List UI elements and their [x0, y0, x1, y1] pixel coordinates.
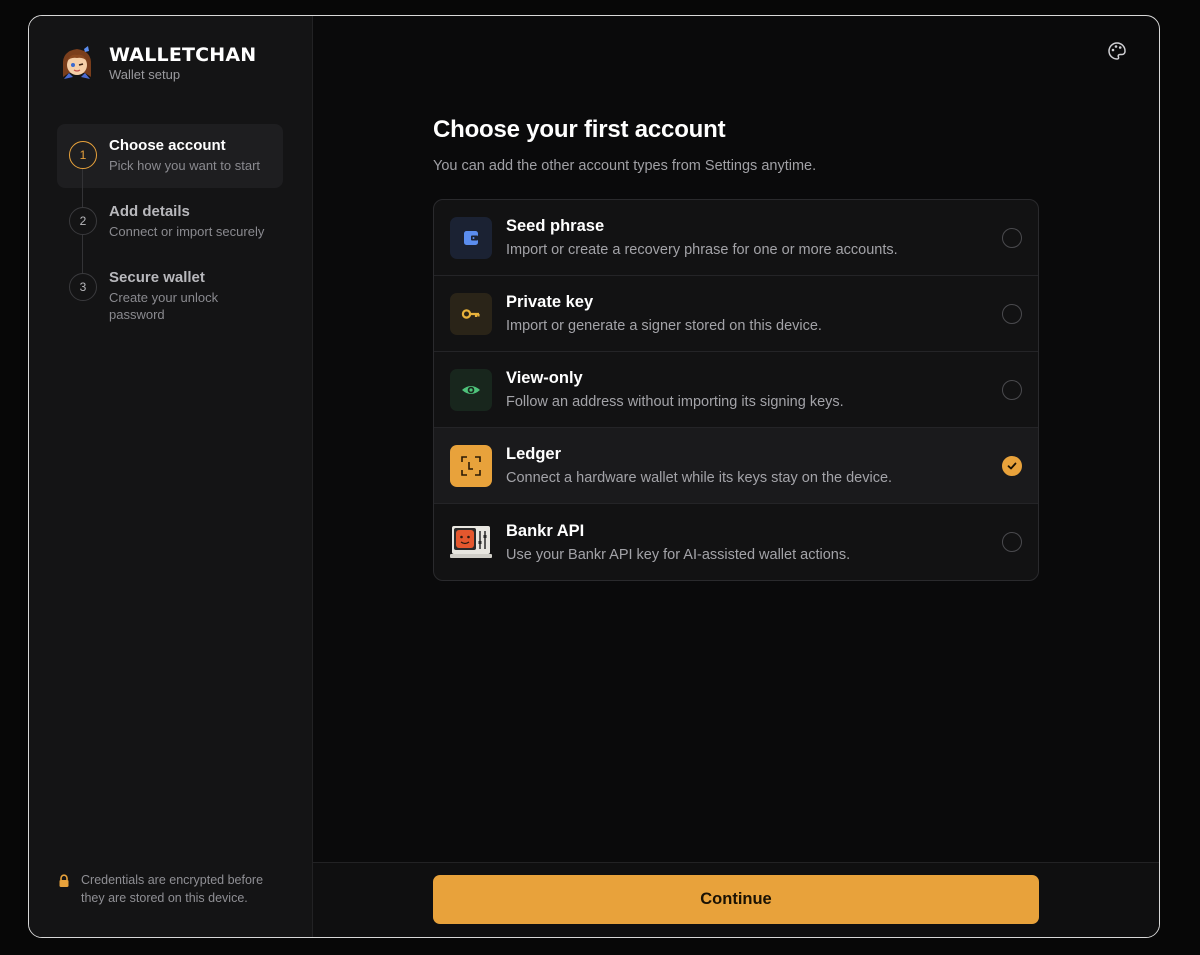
option-title: View-only — [506, 369, 583, 387]
option-title: Private key — [506, 293, 594, 311]
step-number: 2 — [69, 207, 97, 235]
security-note-text: Credentials are encrypted before they ar… — [81, 873, 264, 905]
option-description: Connect a hardware wallet while its keys… — [506, 470, 893, 486]
wallet-icon — [450, 216, 492, 259]
option-description: Follow an address without importing its … — [506, 394, 844, 410]
brand: WALLETCHAN Wallet setup — [57, 43, 256, 83]
palette-icon[interactable] — [1107, 41, 1127, 61]
step-secure-wallet[interactable]: 3 Secure wallet Create your unlock passw… — [57, 256, 283, 322]
walletchan-avatar-icon — [62, 46, 92, 79]
page-subtitle: You can add the other account types from… — [433, 158, 817, 174]
brand-name: WALLETCHAN — [109, 43, 257, 66]
option-view-only[interactable]: View-only Follow an address without impo… — [434, 352, 1038, 428]
option-radio[interactable] — [1002, 532, 1022, 552]
option-title: Seed phrase — [506, 217, 605, 235]
account-type-list: Seed phrase Import or create a recovery … — [433, 199, 1039, 581]
option-radio[interactable] — [1002, 303, 1022, 324]
step-add-details[interactable]: 2 Add details Connect or import securely — [57, 190, 283, 254]
option-radio[interactable] — [1002, 379, 1022, 400]
option-radio-checked[interactable] — [1002, 455, 1022, 476]
brand-subtitle: Wallet setup — [109, 66, 181, 82]
step-description: Connect or import securely — [109, 224, 265, 239]
option-title: Bankr API — [506, 521, 585, 540]
ledger-icon — [450, 444, 492, 487]
continue-button[interactable]: Continue — [433, 875, 1039, 924]
option-description: Use your Bankr API key for AI-assisted w… — [506, 546, 851, 563]
check-icon — [1007, 462, 1017, 469]
option-description: Import or create a recovery phrase for o… — [506, 242, 898, 258]
option-title: Ledger — [506, 445, 562, 463]
option-bankr-api[interactable]: Bankr API Use your Bankr API key for AI-… — [434, 504, 1038, 580]
option-ledger[interactable]: Ledger Connect a hardware wallet while i… — [434, 428, 1038, 504]
option-seed-phrase[interactable]: Seed phrase Import or create a recovery … — [434, 200, 1038, 276]
step-description: Pick how you want to start — [109, 158, 261, 173]
key-icon — [450, 292, 492, 335]
step-number: 1 — [69, 141, 97, 169]
step-title: Choose account — [109, 137, 226, 154]
step-description: Create your unlock password — [109, 290, 219, 322]
sidebar: WALLETCHAN Wallet setup 1 Choose account… — [29, 16, 313, 937]
lock-icon — [59, 874, 69, 887]
step-title: Secure wallet — [109, 269, 205, 286]
eye-icon — [450, 368, 492, 411]
security-note: Credentials are encrypted before they ar… — [57, 871, 287, 907]
footer-bar: Continue — [313, 862, 1159, 937]
main-panel: Choose your first account You can add th… — [313, 16, 1159, 937]
option-private-key[interactable]: Private key Import or generate a signer … — [434, 276, 1038, 352]
option-radio[interactable] — [1002, 227, 1022, 248]
setup-window: WALLETCHAN Wallet setup 1 Choose account… — [28, 15, 1160, 938]
step-choose-account[interactable]: 1 Choose account Pick how you want to st… — [57, 124, 283, 188]
account-chooser: Choose your first account You can add th… — [433, 116, 1039, 581]
step-list: 1 Choose account Pick how you want to st… — [57, 124, 283, 322]
page-title: Choose your first account — [433, 116, 726, 143]
bankr-robot-icon — [450, 521, 492, 563]
step-number: 3 — [69, 273, 97, 301]
step-title: Add details — [109, 203, 190, 220]
option-description: Import or generate a signer stored on th… — [506, 318, 822, 334]
